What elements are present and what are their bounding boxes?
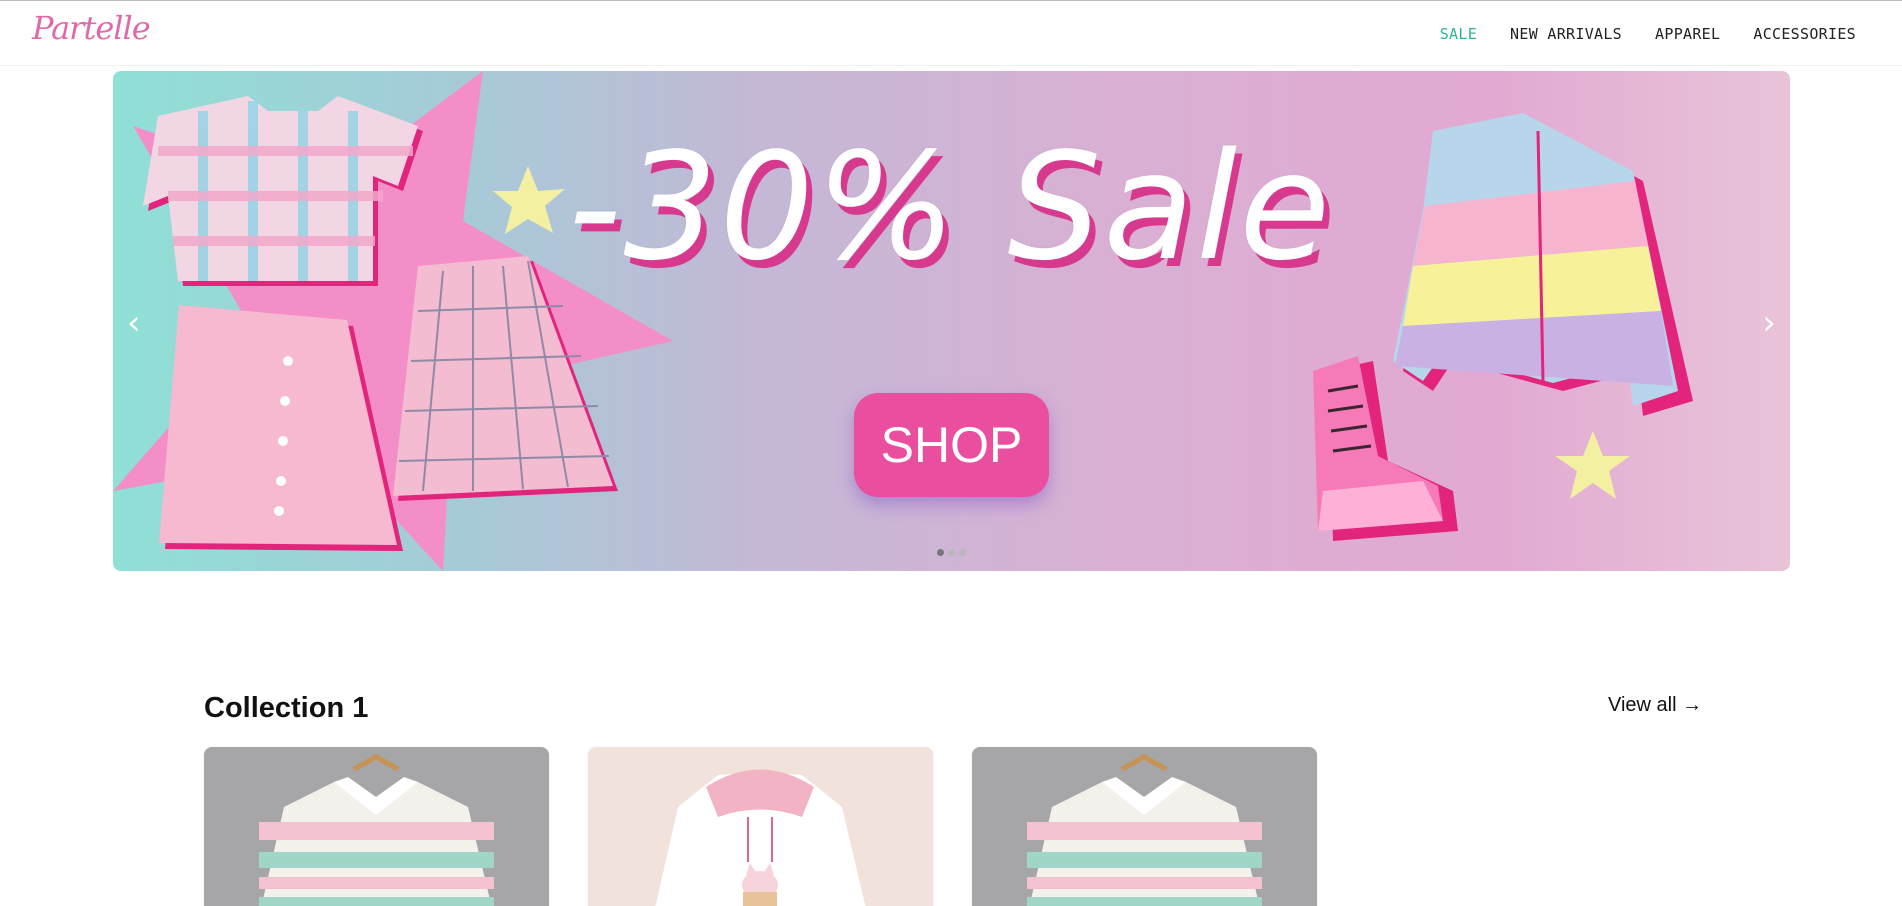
main-nav: SALE NEW ARRIVALS APPAREL ACCESSORIES bbox=[1440, 25, 1856, 43]
nav-accessories[interactable]: ACCESSORIES bbox=[1753, 25, 1856, 43]
puffer-jacket-icon bbox=[1393, 113, 1693, 416]
product-card[interactable] bbox=[204, 747, 549, 906]
nav-apparel[interactable]: APPAREL bbox=[1655, 25, 1720, 43]
nav-new-arrivals[interactable]: NEW ARRIVALS bbox=[1510, 25, 1622, 43]
product-card[interactable] bbox=[588, 747, 933, 906]
striped-polo-sweater-icon bbox=[1027, 754, 1262, 906]
cat-hoodie-icon bbox=[655, 769, 866, 906]
carousel-dot-1[interactable] bbox=[937, 549, 944, 556]
hero-carousel: -30% Sale SHOP ‹ › bbox=[113, 71, 1790, 571]
top-navbar: Partelle SALE NEW ARRIVALS APPAREL ACCES… bbox=[0, 0, 1902, 66]
carousel-dot-2[interactable] bbox=[948, 549, 955, 556]
nav-sale[interactable]: SALE bbox=[1440, 25, 1477, 43]
sale-headline: -30% Sale bbox=[568, 121, 1333, 293]
collection-title: Collection 1 bbox=[204, 692, 369, 724]
carousel-next-arrow[interactable]: › bbox=[1762, 303, 1776, 343]
carousel-indicators bbox=[937, 549, 966, 556]
product-card[interactable] bbox=[972, 747, 1317, 906]
yellow-star-right bbox=[1555, 431, 1630, 499]
striped-polo-sweater-icon bbox=[259, 754, 494, 906]
shop-button[interactable]: SHOP bbox=[854, 393, 1049, 497]
yellow-star-left bbox=[493, 166, 565, 234]
view-all-link[interactable]: View all → bbox=[1608, 694, 1702, 717]
carousel-prev-arrow[interactable]: ‹ bbox=[127, 303, 141, 343]
carousel-dot-3[interactable] bbox=[959, 549, 966, 556]
brand-logo[interactable]: Partelle bbox=[32, 9, 151, 47]
